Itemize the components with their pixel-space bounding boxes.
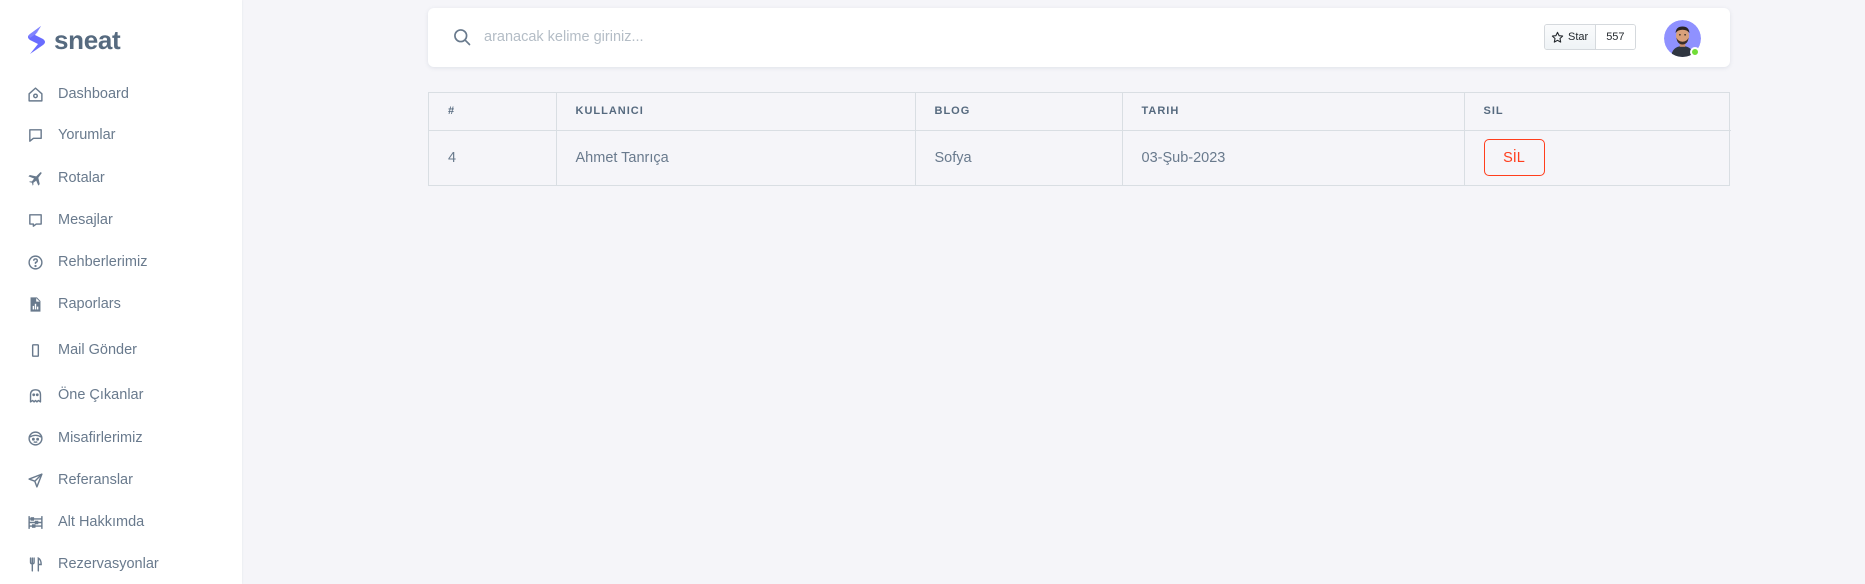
star-icon	[1551, 31, 1564, 43]
star-count[interactable]: 557	[1596, 25, 1635, 49]
plane-icon	[26, 169, 44, 187]
sidebar-item-label: Öne Çıkanlar	[58, 387, 144, 403]
star-button[interactable]: Star	[1545, 25, 1597, 49]
sidebar-item-misafirlerimiz[interactable]: Misafirlerimiz	[26, 426, 143, 450]
github-star-widget: Star 557	[1544, 24, 1636, 50]
sidebar-item-rotalar[interactable]: Rotalar	[26, 166, 105, 190]
column-header-blog: BLOG	[915, 93, 1123, 130]
sidebar-item-label: Rotalar	[58, 170, 105, 186]
table-header-row: # KULLANICI BLOG TARIH SIL	[429, 93, 1731, 130]
message-square-icon	[26, 126, 44, 144]
sidebar-item-alt-hakkimda[interactable]: Alt Hakkımda	[26, 510, 144, 534]
table-row: 4 Ahmet Tanrıça Sofya 03-Şub-2023 SİL	[429, 130, 1731, 185]
sidebar-item-referanslar[interactable]: Referanslar	[26, 468, 133, 492]
sidebar-item-rehberlerimiz[interactable]: Rehberlerimiz	[26, 250, 147, 274]
search-icon	[454, 29, 471, 46]
sidebar-item-label: Rehberlerimiz	[58, 254, 148, 270]
sidebar-item-raporlars[interactable]: Raporlars	[26, 292, 121, 316]
ghost-icon	[26, 386, 44, 404]
sidebar-item-label: Mesajlar	[58, 212, 113, 228]
sidebar-item-label: Alt Hakkımda	[58, 514, 145, 530]
sidebar: sneat Dashboard Yorumlar Rotalar Mesajla…	[0, 0, 242, 584]
cell-id: 4	[429, 130, 557, 185]
cell-user: Ahmet Tanrıça	[556, 130, 916, 185]
sidebar-item-label: Yorumlar	[58, 127, 116, 143]
sidebar-item-label: Rezervasyonlar	[58, 556, 159, 572]
help-circle-icon	[26, 253, 44, 271]
brand[interactable]: sneat	[24, 24, 121, 56]
sidebar-item-yorumlar[interactable]: Yorumlar	[26, 123, 116, 147]
home-icon	[26, 85, 44, 103]
sidebar-item-mesajlar[interactable]: Mesajlar	[26, 208, 113, 232]
brand-name: sneat	[54, 24, 121, 55]
column-header-id: #	[429, 93, 557, 130]
search-input[interactable]	[484, 24, 1184, 50]
sidebar-item-label: Raporlars	[58, 296, 121, 312]
message-icon	[26, 211, 44, 229]
send-icon	[26, 471, 44, 489]
sidebar-item-rezervasyonlar[interactable]: Rezervasyonlar	[26, 552, 159, 576]
column-header-sil: SIL	[1483, 105, 1504, 118]
face-icon	[26, 429, 44, 447]
column-header-kullanici: KULLANICI	[556, 93, 916, 130]
comments-table: # KULLANICI BLOG TARIH SIL 4 Ahmet Tanrı…	[428, 92, 1731, 186]
top-navbar: Star 557	[428, 8, 1730, 67]
star-label: Star	[1568, 31, 1589, 43]
delete-button[interactable]: SİL	[1483, 139, 1545, 177]
report-file-icon	[26, 295, 44, 313]
sidebar-item-label: Referanslar	[58, 472, 133, 488]
cell-action: SİL	[1464, 130, 1731, 185]
cell-date: 03-Şub-2023	[1122, 130, 1465, 185]
cell-blog: Sofya	[915, 130, 1123, 185]
online-status-dot	[1690, 47, 1700, 57]
restaurant-icon	[26, 555, 44, 573]
abacus-icon	[26, 513, 44, 531]
sidebar-item-label: Misafirlerimiz	[58, 430, 143, 446]
sidebar-item-label: Dashboard	[58, 86, 129, 102]
mobile-icon	[26, 341, 44, 359]
sidebar-item-mail-gonder[interactable]: Mail Gönder	[26, 338, 137, 362]
sneat-logo-icon	[28, 26, 45, 54]
sidebar-item-label: Mail Gönder	[58, 342, 137, 358]
sidebar-item-dashboard[interactable]: Dashboard	[26, 82, 129, 106]
column-header-tarih: TARIH	[1122, 93, 1465, 130]
sidebar-item-one-cikanlar[interactable]: Öne Çıkanlar	[26, 383, 143, 407]
